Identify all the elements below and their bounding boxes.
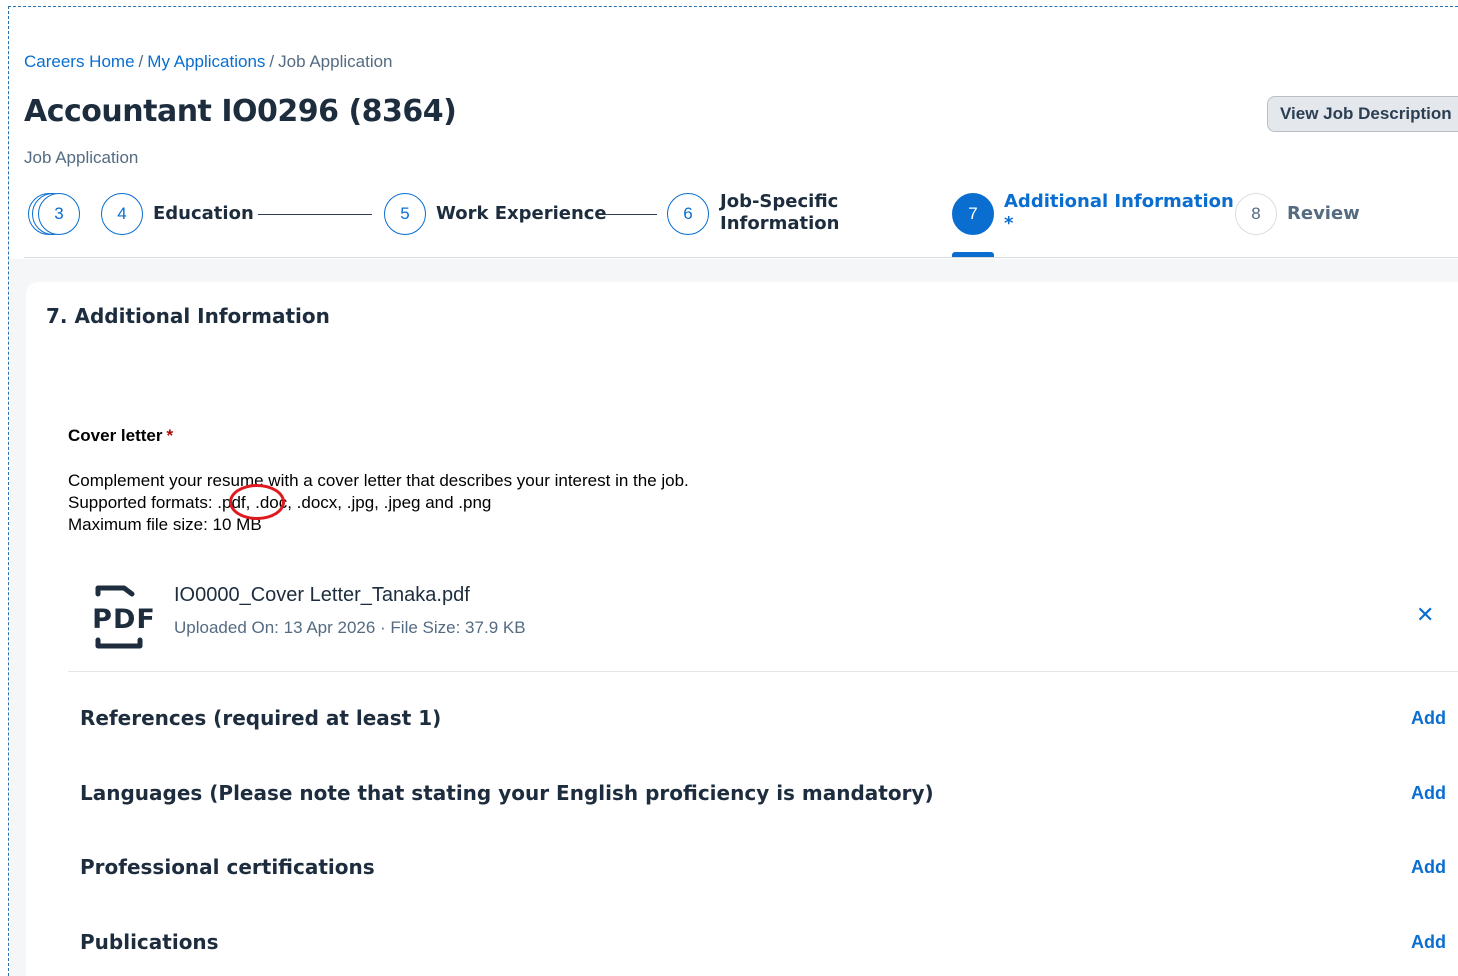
application-stepper: 3 4 Education 5 Work Experience 6 Job-Sp… <box>24 188 1458 258</box>
step-3[interactable]: 3 <box>38 193 80 235</box>
step-8-label[interactable]: Review <box>1287 203 1360 224</box>
cover-letter-help-line3: Maximum file size: 10 MB <box>68 515 262 534</box>
pdf-icon-text: PDF <box>92 604 156 635</box>
step-6-label[interactable]: Job-Specific Information <box>720 191 839 235</box>
pdf-file-icon: PDF <box>92 585 156 649</box>
cover-letter-label-text: Cover letter <box>68 426 163 445</box>
step-5[interactable]: 5 <box>384 193 426 235</box>
page-subtitle: Job Application <box>24 148 139 167</box>
required-asterisk: * <box>166 426 174 445</box>
step-6[interactable]: 6 <box>667 193 709 235</box>
section-title: 7. Additional Information <box>46 304 330 328</box>
certifications-row: Professional certifications Add <box>80 849 1458 889</box>
step-6-label-line2: Information <box>720 213 840 234</box>
step-8[interactable]: 8 <box>1235 193 1277 235</box>
step-7[interactable]: 7 <box>952 193 994 235</box>
breadcrumb: Careers Home / My Applications / Job Applica… <box>24 50 1458 74</box>
page-title: Accountant IO0296 (8364) <box>24 94 457 129</box>
additional-information-card: 7. Additional Information Cover letter * … <box>26 282 1458 976</box>
cover-letter-label: Cover letter * <box>68 426 173 446</box>
add-references-link[interactable]: Add <box>1411 708 1446 729</box>
add-publications-link[interactable]: Add <box>1411 932 1446 953</box>
add-languages-link[interactable]: Add <box>1411 783 1446 804</box>
step-connector <box>604 214 657 215</box>
page-header: Careers Home / My Applications / Job Applica… <box>24 50 1458 167</box>
file-name[interactable]: IO0000_Cover Letter_Tanaka.pdf <box>174 584 470 607</box>
remove-file-icon[interactable]: ✕ <box>1416 602 1434 628</box>
breadcrumb-careers-home[interactable]: Careers Home <box>24 52 135 71</box>
breadcrumb-separator: / <box>269 52 275 71</box>
step-6-label-line1: Job-Specific <box>720 191 839 212</box>
cover-letter-help: Complement your resume with a cover lett… <box>68 470 689 536</box>
step-7-label[interactable]: Additional Information * <box>1004 191 1234 235</box>
view-job-description-button[interactable]: View Job Description <box>1267 96 1458 132</box>
breadcrumb-my-applications[interactable]: My Applications <box>147 52 265 71</box>
cover-letter-help-line1: Complement your resume with a cover lett… <box>68 471 689 490</box>
step-4-label[interactable]: Education <box>153 203 254 224</box>
breadcrumb-separator: / <box>138 52 144 71</box>
breadcrumb-current: Job Application <box>278 52 393 71</box>
references-label: References (required at least 1) <box>80 706 442 730</box>
cover-letter-help-line2: Supported formats: .pdf, .doc, .docx, .j… <box>68 493 492 512</box>
file-meta: Uploaded On: 13 Apr 2026 · File Size: 37… <box>174 618 526 637</box>
annotation-highlight-ring <box>229 484 285 520</box>
languages-label: Languages (Please note that stating your… <box>80 781 934 805</box>
step-5-label[interactable]: Work Experience <box>436 203 607 224</box>
publications-row: Publications Add <box>80 924 1458 964</box>
step-4[interactable]: 4 <box>101 193 143 235</box>
active-step-indicator <box>952 252 994 257</box>
add-certifications-link[interactable]: Add <box>1411 857 1446 878</box>
references-row: References (required at least 1) Add <box>80 700 1458 740</box>
step-7-required-marker: * <box>1004 213 1014 234</box>
uploaded-file-row: PDF IO0000_Cover Letter_Tanaka.pdf Uploa… <box>68 572 1458 672</box>
languages-row: Languages (Please note that stating your… <box>80 775 1458 815</box>
step-7-label-text: Additional Information <box>1004 191 1234 212</box>
publications-label: Publications <box>80 930 219 954</box>
step-connector <box>258 214 372 215</box>
certifications-label: Professional certifications <box>80 855 375 879</box>
